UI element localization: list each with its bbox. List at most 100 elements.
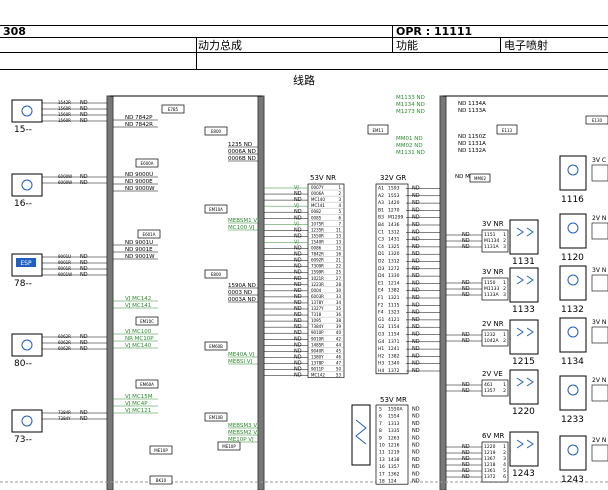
connector-pin-no: 2 (503, 450, 506, 456)
connector-pin-code: E1 (378, 280, 384, 286)
connector-pin-no: 33 (336, 294, 342, 299)
connector-pin-code: 9010R (311, 336, 324, 341)
connector-pin-wire: 1312 (388, 259, 400, 265)
connector-box-partial (591, 444, 608, 462)
connector-pin-code: 1095 (311, 318, 322, 323)
sensor-box (509, 431, 539, 467)
connector-pin-no: 8 (379, 428, 382, 434)
connector-pin-no: 1 (503, 232, 506, 238)
connector-pin-no: 5 (503, 468, 506, 474)
connector-pin-wire: M1134 (484, 238, 499, 244)
pin-label: 7384R (58, 410, 71, 415)
component-box (559, 435, 587, 471)
connector-pin-code: 7842R (311, 252, 324, 257)
component-id: 1220 (512, 407, 535, 417)
harness-box-label: BK10 (156, 478, 167, 483)
top-right-label: ND 1133A (458, 108, 486, 114)
connector-pin-no: 53 (336, 373, 342, 378)
connector-pin-no: 42 (336, 336, 342, 341)
connector-wire-color: ND (412, 435, 420, 441)
connector-pin-no: 18 (379, 479, 385, 485)
connector-pin-code: 1599R (311, 270, 324, 275)
connector-box-partial (591, 326, 608, 344)
connector-pin-wire: 1219 (388, 450, 400, 456)
connector-pin-no: 10 (379, 443, 385, 449)
top-right-label: ND 1150Z (458, 134, 486, 140)
connector-pin-wire: 1042A (484, 338, 499, 344)
pin-label: 1542R (58, 100, 71, 105)
harness-box-label: E601A (143, 232, 156, 237)
harness-box-label: EM10A (209, 207, 223, 212)
connector-pin-no: 3 (503, 244, 506, 250)
component-id: 1120 (561, 253, 584, 263)
connector-pin-wire: 124 (388, 479, 397, 485)
connector-pin-no: 7 (379, 421, 382, 427)
connector-pin-code: B4 (378, 222, 384, 228)
top-right-label: MM02 ND (396, 143, 423, 149)
connector-pin-wire: 1263 (388, 435, 400, 441)
connector-pin-no: 1 (503, 382, 506, 388)
connector-pin-code: 0082 (311, 209, 322, 214)
connector-box-partial (591, 222, 608, 240)
connector-pin-code: 1021R (311, 276, 324, 281)
connector-pin-wire: 1115 (388, 302, 400, 308)
connector-pin-no: 16 (336, 252, 342, 257)
pin-label: 9001R (58, 260, 71, 265)
connector-pin-code: MC142 (311, 373, 325, 378)
connector-pin-code: 0007Y (311, 185, 324, 190)
connector-pin-code: G2 (378, 324, 384, 330)
connector-pin-no: 13 (379, 457, 385, 463)
connector-pin-no: 35 (336, 306, 342, 311)
connector-pin-no: 1 (503, 280, 506, 286)
connector-pin-wire: M1299 (388, 215, 403, 221)
connector-pin-code: 7384Y (311, 324, 324, 329)
connector-pin-no: 4 (503, 462, 506, 468)
pin-label: 6000W (58, 180, 72, 185)
connector-pin-no: 38 (336, 318, 342, 323)
connector-pin-code: H2 (378, 353, 384, 359)
connector-pin-code: 0085 (311, 215, 322, 220)
harness-box-label: EM10B (209, 415, 223, 420)
connector-title: 32V GR (380, 174, 406, 182)
connector-pin-no: 17 (379, 471, 385, 477)
connector-pin-wire: 1382 (388, 288, 400, 294)
harness-box-label: E130 (592, 118, 603, 123)
connector-pin-no: 27 (336, 276, 342, 281)
connector-pin-wire: 1382 (388, 353, 400, 359)
connector-wire-color: ND (412, 464, 420, 470)
harness-box-label: EM11 (372, 128, 384, 133)
connector-pin-no: 2 (503, 286, 506, 292)
harness-box-label: E800 (211, 129, 222, 134)
connector-title: 2V N (592, 377, 606, 384)
connector-pin-code: H3 (378, 361, 384, 367)
connector-pin-code: MC140 (311, 197, 325, 202)
connector-pin-code: 6092R (311, 258, 324, 263)
connector-pin-wire: 1593 (388, 186, 400, 192)
connector-pin-wire: 1436 (388, 222, 400, 228)
connector-pin-wire: 1371 (388, 339, 400, 345)
connector-pin-code: 1223R (311, 282, 324, 287)
connector-pin-code: 0004 (311, 288, 322, 293)
connector-title: 3V NR (482, 268, 504, 276)
connector-wire-color: ND (412, 428, 420, 434)
top-right-label: MM01 ND (396, 136, 423, 142)
connector-wire-color: ND (412, 421, 420, 427)
connector-pin-code: A1 (378, 186, 384, 192)
component-box (559, 375, 587, 411)
connector-pin-code: D2 (378, 259, 384, 265)
connector-title: 6V MR (482, 432, 505, 440)
pin-label: 6000W (58, 174, 72, 179)
esp-badge-label: ESP (20, 260, 32, 267)
connector-pin-code: 7318 (311, 312, 322, 317)
component-id: 1243 (512, 469, 535, 479)
connector-pin-wire: 1232 (484, 332, 496, 338)
connector-pin-wire: 1438 (388, 457, 400, 463)
harness-right-bundle (439, 95, 447, 490)
harness-box-label: ME10P (222, 444, 236, 449)
component-box (11, 99, 43, 123)
connector-pin-wire: 1340 (388, 361, 400, 367)
pin-label: 1560R (58, 112, 71, 117)
connector-pin-wire: 1219 (484, 450, 496, 456)
top-right-label: M1134 ND (396, 102, 425, 108)
connector-pin-wire: 1325 (388, 244, 400, 250)
